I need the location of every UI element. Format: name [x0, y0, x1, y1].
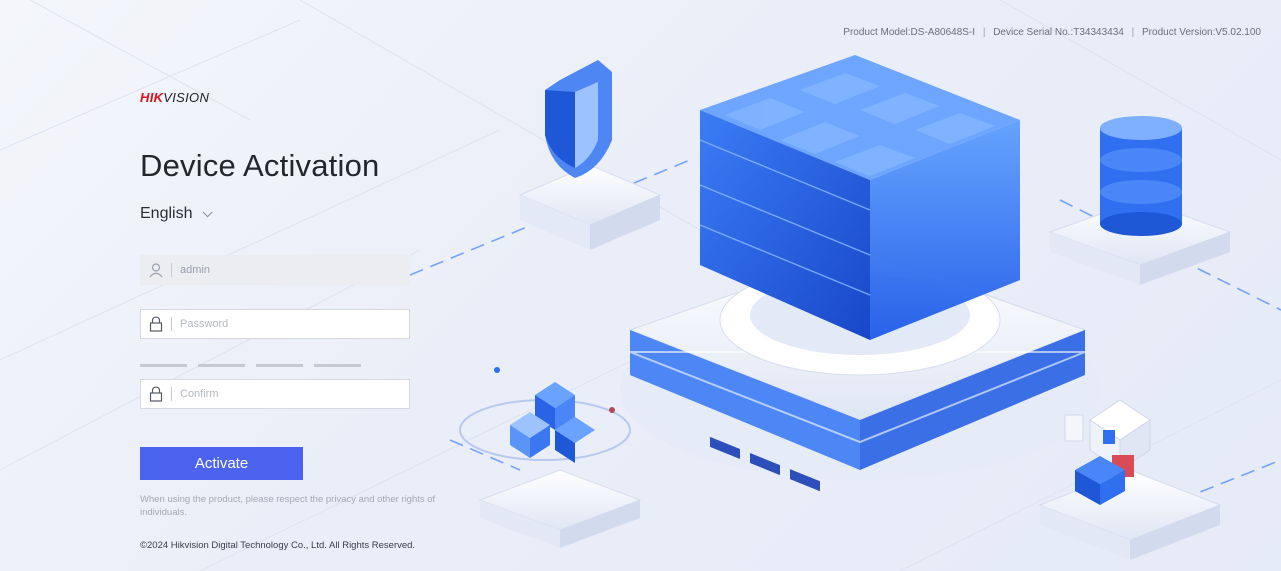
username-input[interactable] — [172, 256, 402, 284]
database-illustration — [1048, 116, 1232, 285]
hikvision-logo: HIKVISION — [140, 90, 209, 105]
strength-segment — [314, 364, 361, 367]
confirm-password-field[interactable] — [140, 379, 410, 409]
confirm-password-input[interactable] — [172, 380, 402, 408]
password-strength-meter — [140, 364, 410, 367]
strength-segment — [198, 364, 245, 367]
logo-red-part: HIK — [140, 90, 164, 105]
user-icon — [141, 256, 171, 284]
shield-illustration — [518, 60, 662, 250]
activation-page: Product Model:DS-A80648S-I | Device Seri… — [0, 0, 1281, 571]
info-separator: | — [1131, 27, 1135, 38]
password-input[interactable] — [172, 310, 402, 338]
page-title: Device Activation — [140, 148, 380, 183]
lock-icon — [141, 310, 171, 338]
background-illustration — [0, 0, 1281, 571]
copyright-text: ©2024 Hikvision Digital Technology Co., … — [140, 540, 416, 551]
lock-icon — [141, 380, 171, 408]
privacy-notice: When using the product, please respect t… — [140, 494, 436, 518]
username-field[interactable] — [140, 255, 410, 285]
strength-segment — [140, 364, 187, 367]
strength-segment — [256, 364, 303, 367]
logo-dark-part: VISION — [163, 90, 210, 105]
product-model-text: Product Model:DS-A80648S-I — [843, 27, 976, 38]
product-version-text: Product Version:V5.02.100 — [1142, 27, 1261, 38]
cubes-illustration — [459, 367, 642, 548]
password-field[interactable] — [140, 309, 410, 339]
serial-number-text: Device Serial No.:T34343434 — [993, 27, 1124, 38]
server-illustration — [620, 55, 1100, 492]
device-info-bar: Product Model:DS-A80648S-I | Device Seri… — [843, 27, 1261, 38]
language-selected-label: English — [140, 205, 193, 222]
activate-button[interactable]: Activate — [140, 447, 303, 480]
language-selector[interactable]: English — [140, 205, 214, 223]
info-separator: | — [982, 27, 986, 38]
